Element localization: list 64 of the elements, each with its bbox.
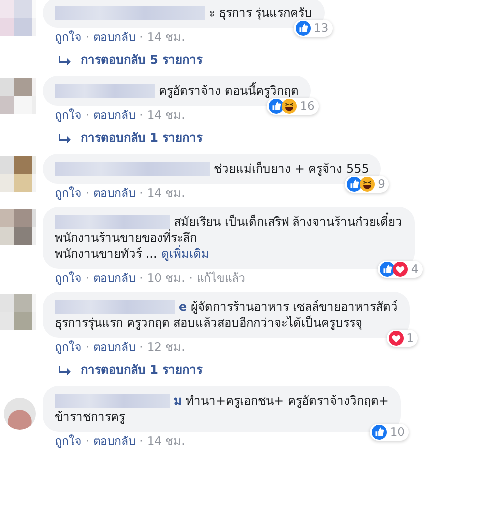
blurred-avatar[interactable] <box>0 78 36 114</box>
blurred-avatar[interactable] <box>0 0 36 36</box>
action-link[interactable]: ถูกใจ <box>55 108 82 123</box>
comment-text: พนักงานขายทัวร์ ... <box>55 246 158 262</box>
separator-dot: · <box>140 108 144 123</box>
meta-text: 10 ชม. <box>147 271 186 286</box>
comment-text: ผู้จัดการร้านอาหาร เซลล์ขายอาหารสัตว์ <box>191 299 398 315</box>
reply-arrow-icon <box>59 134 71 144</box>
comment-text: ะ ธุรการ รุ่นแรกครับ <box>209 5 313 21</box>
laughing-face-icon <box>282 99 298 114</box>
comment-text: ข้าราชการครู <box>55 409 125 425</box>
blurred-avatar[interactable] <box>0 156 36 192</box>
reply-arrow-icon <box>59 366 71 376</box>
meta-text: แก้ไขแล้ว <box>196 271 245 286</box>
meta-text: 14 ชม. <box>147 186 186 201</box>
blurred-avatar[interactable] <box>0 209 36 245</box>
view-replies-link[interactable]: การตอบกลับ 5 รายการ <box>81 53 203 68</box>
separator-dot: · <box>140 434 144 449</box>
separator-dot: · <box>140 340 144 355</box>
meta-text: 14 ชม. <box>147 434 186 449</box>
action-link[interactable]: ตอบกลับ <box>94 434 136 449</box>
laughing-face-icon <box>360 177 376 192</box>
separator-dot: · <box>86 30 90 45</box>
action-link[interactable]: ตอบกลับ <box>94 108 136 123</box>
comment-text: สมัยเรียน เป็นเด็กเสริฟ ล้างจานร้านก๋วยเตี๋ยว <box>174 214 403 230</box>
blurred-avatar[interactable] <box>0 294 36 330</box>
action-link[interactable]: ถูกใจ <box>55 271 82 286</box>
view-replies-link[interactable]: การตอบกลับ 1 รายการ <box>81 363 203 378</box>
meta-text: 12 ชม. <box>147 340 186 355</box>
action-link[interactable]: ตอบกลับ <box>94 271 136 286</box>
view-replies-link[interactable]: การตอบกลับ 1 รายการ <box>81 131 203 146</box>
comment-text: ครูอัตราจ้าง ตอนนี้ครูวิกฤต <box>159 83 299 99</box>
action-link[interactable]: ตอบกลับ <box>94 30 136 45</box>
action-link[interactable]: ถูกใจ <box>55 186 82 201</box>
comment-text: ทำนา+ครูเอกชน+ ครูอัตราจ้างวิกฤต+ <box>186 393 389 409</box>
like-icon <box>296 21 311 36</box>
comment-text: ช่วยแม่เก็บยาง + ครูจ้าง 555 <box>214 161 370 177</box>
avatar[interactable] <box>4 398 36 430</box>
meta-text: 14 ชม. <box>147 108 186 123</box>
comment-text: ธุรการรุ่นแรก ครูวกฤต สอบแล้วสอบอีกกว่าจะได้เป็นครูบรรจุ <box>55 315 363 331</box>
like-icon <box>372 425 388 440</box>
reply-arrow-icon <box>59 56 71 66</box>
action-link[interactable]: ถูกใจ <box>55 434 82 449</box>
action-link[interactable]: ตอบกลับ <box>94 186 136 201</box>
comment-text: พนักงานร้านขายของที่ระลึก <box>55 230 197 246</box>
action-link[interactable]: ตอบกลับ <box>94 340 136 355</box>
commenter-name[interactable]: e <box>179 299 188 315</box>
action-link[interactable]: ถูกใจ <box>55 340 82 355</box>
separator-dot: · <box>140 30 144 45</box>
see-more-link[interactable]: ดูเพิ่มเติม <box>161 246 210 262</box>
separator-dot: · <box>86 108 90 123</box>
separator-dot: · <box>86 186 90 201</box>
action-link[interactable]: ถูกใจ <box>55 30 82 45</box>
meta-text: 14 ชม. <box>147 30 186 45</box>
separator-dot: · <box>86 271 90 286</box>
like-icon <box>269 99 284 114</box>
separator-dot: · <box>189 271 193 286</box>
separator-dot: · <box>140 186 144 201</box>
commenter-name[interactable]: ม <box>174 393 182 409</box>
like-icon <box>347 177 362 192</box>
separator-dot: · <box>140 271 144 286</box>
separator-dot: · <box>86 340 90 355</box>
like-icon <box>380 262 396 277</box>
separator-dot: · <box>86 434 90 449</box>
